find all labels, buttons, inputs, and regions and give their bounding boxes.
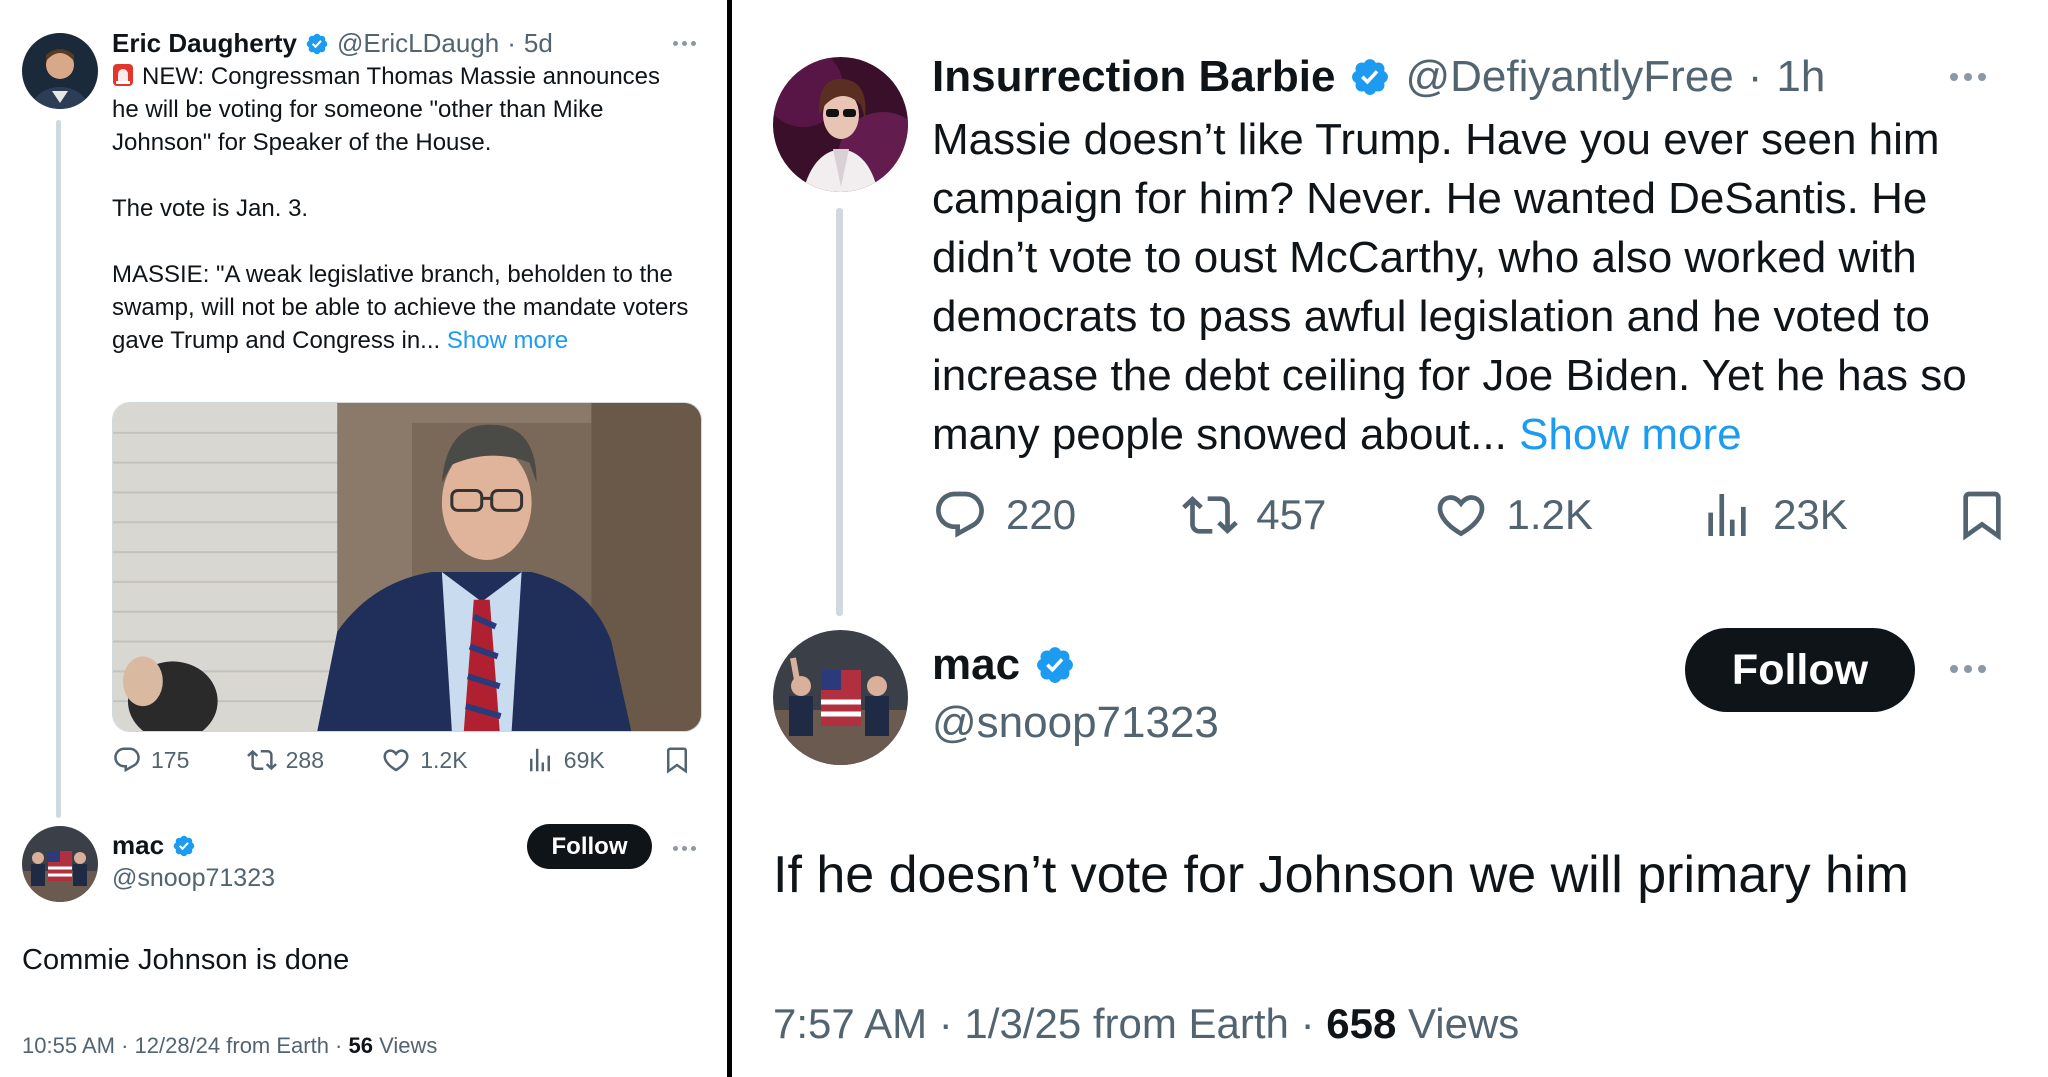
tweet-paragraph: MASSIE: "A weak legislative branch, beho… — [112, 261, 689, 354]
reply-header: mac — [112, 830, 196, 861]
like-icon — [381, 745, 411, 775]
views-count: 69K — [563, 746, 605, 773]
author-handle[interactable]: @snoop71323 — [112, 864, 275, 893]
reply-button[interactable]: 175 — [112, 745, 189, 775]
tweet-photo[interactable] — [112, 402, 702, 732]
more-icon[interactable] — [1950, 73, 1986, 81]
like-count: 1.2K — [420, 746, 468, 773]
author-name[interactable]: Eric Daugherty — [112, 28, 297, 59]
repost-count: 288 — [285, 746, 324, 773]
author-name[interactable]: Insurrection Barbie — [932, 52, 1335, 102]
reply-text: If he doesn’t vote for Johnson we will p… — [773, 846, 1909, 904]
tweet-paragraph: The vote is Jan. 3. — [112, 195, 309, 222]
views-button[interactable]: 69K — [525, 745, 605, 775]
author-handle[interactable]: @EricLDaugh — [337, 28, 499, 59]
tweet-action-bar: 220 457 1.2K 23K — [932, 487, 2010, 543]
tweet-paragraph: NEW: Congressman Thomas Massie announces… — [112, 63, 661, 156]
tweet-meta: 7:57 AM · 1/3/25 from Earth · 658 Views — [773, 1000, 1519, 1048]
avatar-image — [22, 826, 98, 902]
more-icon[interactable] — [1950, 665, 1986, 673]
show-more-link[interactable]: Show more — [447, 327, 568, 354]
repost-button[interactable]: 288 — [247, 745, 324, 775]
reply-button[interactable]: 220 — [932, 487, 1076, 543]
views-icon — [1699, 487, 1755, 543]
views-count: 658 — [1326, 1000, 1397, 1047]
reply-icon — [932, 487, 988, 543]
views-count: 56 — [348, 1033, 373, 1058]
verified-badge-icon — [172, 834, 196, 858]
repost-button[interactable]: 457 — [1182, 487, 1326, 543]
bookmark-icon — [1954, 487, 2010, 543]
avatar-image — [773, 57, 908, 192]
like-button[interactable]: 1.2K — [381, 745, 468, 775]
author-name[interactable]: mac — [112, 830, 164, 861]
mac-avatar[interactable] — [22, 826, 98, 902]
dot-separator: · — [1747, 52, 1763, 101]
tweet-meta: 10:55 AM · 12/28/24 from Earth · 56 View… — [22, 1033, 437, 1059]
views-button[interactable]: 23K — [1699, 487, 1848, 543]
repost-icon — [1182, 487, 1238, 543]
repost-icon — [247, 745, 277, 775]
avatar-image — [22, 33, 98, 109]
tweet-time[interactable]: 5d — [524, 28, 553, 59]
reply-count: 220 — [1006, 491, 1077, 538]
views-label: Views — [1396, 1000, 1520, 1047]
reply-icon — [112, 745, 142, 775]
siren-icon — [112, 63, 134, 87]
insurrection-barbie-avatar[interactable] — [773, 57, 908, 192]
reply-header: mac — [932, 640, 1076, 690]
views-icon — [525, 745, 555, 775]
verified-badge-icon — [1349, 56, 1391, 98]
reply-count: 175 — [151, 746, 190, 773]
follow-button[interactable]: Follow — [527, 824, 652, 869]
bookmark-button[interactable] — [662, 745, 692, 775]
like-button[interactable]: 1.2K — [1433, 487, 1593, 543]
tweet-header: Insurrection Barbie @DefiyantlyFree · 1h — [932, 52, 1825, 102]
views-count: 23K — [1773, 491, 1848, 538]
reply-text: Commie Johnson is done — [22, 944, 350, 976]
dot-separator: · — [507, 28, 516, 58]
more-icon[interactable] — [673, 41, 696, 46]
show-more-link[interactable]: Show more — [1519, 410, 1742, 459]
panel-divider — [727, 0, 732, 1077]
verified-badge-icon — [1034, 644, 1076, 686]
author-handle[interactable]: @DefiyantlyFree — [1405, 52, 1733, 102]
follow-button[interactable]: Follow — [1685, 628, 1915, 712]
repost-count: 457 — [1256, 491, 1327, 538]
timestamp[interactable]: 7:57 AM · 1/3/25 from Earth · — [773, 1000, 1326, 1047]
thread-line — [56, 120, 61, 818]
views-label: Views — [372, 1033, 438, 1058]
mac-avatar[interactable] — [773, 630, 908, 765]
timestamp[interactable]: 10:55 AM · 12/28/24 from Earth · — [22, 1033, 349, 1058]
avatar-image — [773, 630, 908, 765]
more-icon[interactable] — [673, 846, 696, 851]
thread-line — [836, 208, 843, 616]
tweet-header: Eric Daugherty @EricLDaugh · 5d — [112, 28, 553, 59]
tweet-action-bar: 175 288 1.2K 69K — [112, 745, 692, 775]
bookmark-icon — [662, 745, 692, 775]
tweet-paragraph: Massie doesn’t like Trump. Have you ever… — [932, 115, 1967, 459]
verified-badge-icon — [305, 32, 329, 56]
author-handle[interactable]: @snoop71323 — [932, 698, 1219, 748]
massie-photo — [113, 403, 701, 731]
like-count: 1.2K — [1506, 491, 1593, 538]
author-name[interactable]: mac — [932, 640, 1020, 690]
tweet-text: Massie doesn’t like Trump. Have you ever… — [932, 110, 2012, 464]
tweet-time[interactable]: 1h — [1776, 52, 1825, 102]
bookmark-button[interactable] — [1954, 487, 2010, 543]
like-icon — [1433, 487, 1489, 543]
tweet-text: NEW: Congressman Thomas Massie announces… — [112, 60, 692, 357]
eric-daugherty-avatar[interactable] — [22, 33, 98, 109]
